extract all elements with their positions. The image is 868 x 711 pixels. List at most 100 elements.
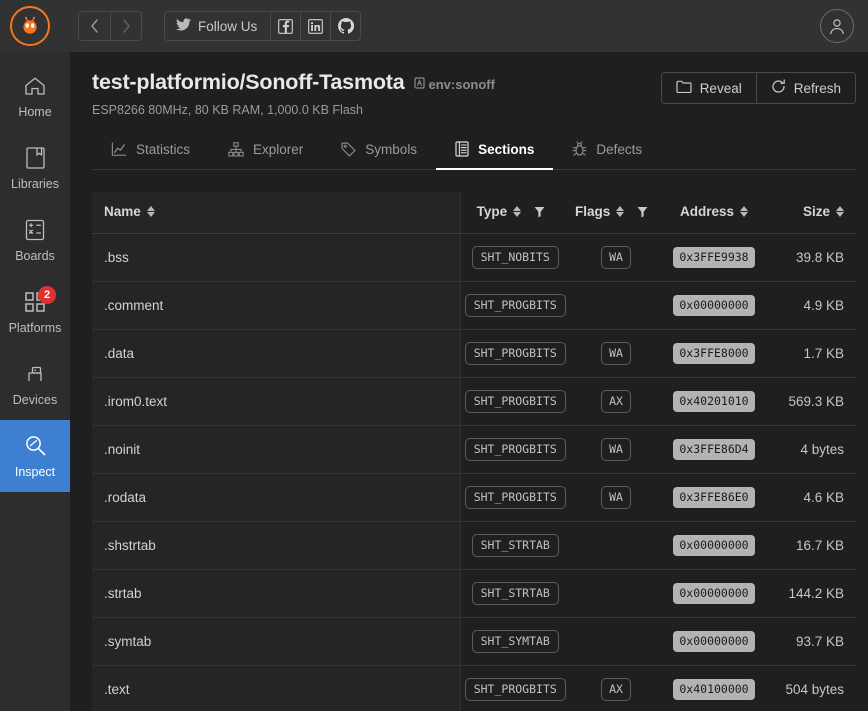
cell-type: SHT_NOBITS bbox=[460, 233, 570, 282]
column-header-name[interactable]: Name bbox=[92, 192, 461, 234]
book-icon bbox=[25, 146, 45, 170]
sort-updown-icon[interactable] bbox=[836, 206, 844, 217]
linkedin-icon[interactable] bbox=[300, 12, 330, 40]
table-row[interactable]: .shstrtab SHT_STRTAB 0x00000000 16.7 KB bbox=[92, 521, 856, 570]
platformio-ant-logo-icon[interactable] bbox=[10, 6, 50, 46]
reveal-button[interactable]: Reveal bbox=[661, 73, 756, 103]
account-avatar[interactable] bbox=[820, 9, 854, 43]
cell-flags: WA bbox=[570, 233, 662, 282]
tab-symbols[interactable]: Symbols bbox=[322, 135, 436, 170]
cell-flags: AX bbox=[570, 665, 662, 711]
cell-name: .comment bbox=[92, 281, 461, 330]
sidebar-item-label: Devices bbox=[12, 392, 58, 407]
funnel-filter-icon[interactable] bbox=[534, 206, 545, 218]
table-row[interactable]: .comment SHT_PROGBITS 0x00000000 4.9 KB bbox=[92, 281, 856, 330]
twitter-icon bbox=[176, 18, 191, 34]
magnifier-icon bbox=[24, 434, 47, 458]
table-row[interactable]: .symtab SHT_SYMTAB 0x00000000 93.7 KB bbox=[92, 617, 856, 666]
address-badge: 0x3FFE8000 bbox=[673, 342, 755, 365]
table-row[interactable]: .bss SHT_NOBITS WA 0x3FFE9938 39.8 KB bbox=[92, 233, 856, 282]
refresh-button[interactable]: Refresh bbox=[755, 73, 855, 103]
type-chip: SHT_PROGBITS bbox=[464, 677, 566, 702]
column-header-address[interactable]: Address bbox=[662, 192, 766, 234]
list-table-icon bbox=[455, 141, 469, 157]
cell-type: SHT_PROGBITS bbox=[460, 473, 570, 522]
sidebar: Home Libraries Boards 2 Platforms Device… bbox=[0, 52, 70, 711]
cell-size: 144.2 KB bbox=[766, 569, 856, 618]
cell-type: SHT_PROGBITS bbox=[460, 329, 570, 378]
column-header-type[interactable]: Type bbox=[460, 192, 570, 234]
cell-flags: WA bbox=[570, 425, 662, 474]
type-chip: SHT_PROGBITS bbox=[464, 389, 566, 414]
table-row[interactable]: .text SHT_PROGBITS AX 0x40100000 504 bytes bbox=[92, 665, 856, 711]
sort-updown-icon[interactable] bbox=[616, 206, 625, 217]
address-badge: 0x00000000 bbox=[673, 582, 755, 605]
main-content: test-platformio/Sonoff-Tasmota env:sonof… bbox=[70, 52, 868, 711]
cell-name: .bss bbox=[92, 233, 461, 282]
column-header-size[interactable]: Size bbox=[766, 192, 856, 234]
table-row[interactable]: .irom0.text SHT_PROGBITS AX 0x40201010 569.3… bbox=[92, 377, 856, 426]
sidebar-item-label: Libraries bbox=[11, 176, 59, 191]
table-row[interactable]: .noinit SHT_PROGBITS WA 0x3FFE86D4 4 bytes bbox=[92, 425, 856, 474]
address-badge: 0x00000000 bbox=[673, 294, 755, 317]
tab-label: Defects bbox=[596, 141, 643, 157]
sort-updown-icon[interactable] bbox=[513, 206, 522, 217]
table-row[interactable]: .rodata SHT_PROGBITS WA 0x3FFE86E0 4.6 KB bbox=[92, 473, 856, 522]
sidebar-item-label: Home bbox=[18, 104, 52, 119]
type-chip: SHT_PROGBITS bbox=[464, 293, 566, 318]
table-row[interactable]: .strtab SHT_STRTAB 0x00000000 144.2 KB bbox=[92, 569, 856, 618]
sidebar-item-inspect[interactable]: Inspect bbox=[0, 420, 70, 492]
environment-label: env:sonoff bbox=[428, 77, 495, 92]
column-label: Name bbox=[104, 204, 141, 219]
cell-name: .data bbox=[92, 329, 461, 378]
tab-explorer[interactable]: Explorer bbox=[209, 135, 322, 170]
cell-name: .irom0.text bbox=[92, 377, 461, 426]
funnel-filter-icon[interactable] bbox=[637, 206, 648, 218]
cell-name: .strtab bbox=[92, 569, 461, 618]
cell-flags bbox=[570, 281, 662, 330]
refresh-label: Refresh bbox=[793, 80, 841, 96]
history-nav-group bbox=[78, 11, 142, 41]
tab-sections[interactable]: Sections bbox=[436, 135, 554, 170]
forward-button[interactable] bbox=[110, 12, 141, 40]
cell-type: SHT_PROGBITS bbox=[460, 425, 570, 474]
sidebar-item-home[interactable]: Home bbox=[0, 60, 70, 132]
top-bar: Follow Us bbox=[0, 0, 868, 52]
cell-flags bbox=[570, 521, 662, 570]
github-icon[interactable] bbox=[330, 12, 360, 40]
usb-device-icon bbox=[24, 362, 46, 386]
follow-us-label: Follow Us bbox=[198, 18, 258, 34]
platforms-update-badge: 2 bbox=[38, 286, 56, 304]
sections-table: Name Type Flags Address Size .bss SHT_NO… bbox=[92, 192, 856, 711]
reveal-label: Reveal bbox=[699, 80, 742, 96]
sidebar-item-platforms[interactable]: 2 Platforms bbox=[0, 276, 70, 348]
sort-updown-icon[interactable] bbox=[146, 206, 155, 217]
type-chip: SHT_PROGBITS bbox=[464, 341, 566, 366]
follow-us-button[interactable]: Follow Us bbox=[165, 12, 270, 40]
sections-table-container[interactable]: Name Type Flags Address Size .bss SHT_NO… bbox=[92, 192, 856, 711]
facebook-icon[interactable] bbox=[270, 12, 300, 40]
flag-chip: WA bbox=[601, 485, 631, 510]
cell-size: 1.7 KB bbox=[766, 329, 856, 378]
sidebar-item-boards[interactable]: Boards bbox=[0, 204, 70, 276]
sidebar-item-libraries[interactable]: Libraries bbox=[0, 132, 70, 204]
sidebar-item-devices[interactable]: Devices bbox=[0, 348, 70, 420]
table-row[interactable]: .data SHT_PROGBITS WA 0x3FFE8000 1.7 KB bbox=[92, 329, 856, 378]
inspect-tabs: Statistics Explorer Symbols Sections Def… bbox=[92, 135, 856, 170]
column-label: Size bbox=[802, 204, 830, 219]
type-chip: SHT_STRTAB bbox=[471, 533, 559, 558]
tab-statistics[interactable]: Statistics bbox=[92, 135, 209, 170]
column-label: Address bbox=[679, 204, 735, 219]
cell-type: SHT_STRTAB bbox=[460, 569, 570, 618]
back-button[interactable] bbox=[79, 12, 110, 40]
environment-tag: env:sonoff bbox=[413, 77, 495, 92]
cell-address: 0x40201010 bbox=[662, 377, 766, 426]
column-header-flags[interactable]: Flags bbox=[570, 192, 662, 234]
cell-type: SHT_PROGBITS bbox=[460, 281, 570, 330]
tab-defects[interactable]: Defects bbox=[553, 135, 661, 170]
cell-flags: WA bbox=[570, 473, 662, 522]
header-actions: Reveal Refresh bbox=[660, 72, 856, 104]
flag-chip: WA bbox=[601, 245, 631, 270]
cell-flags bbox=[570, 617, 662, 666]
sort-updown-icon[interactable] bbox=[740, 206, 749, 217]
